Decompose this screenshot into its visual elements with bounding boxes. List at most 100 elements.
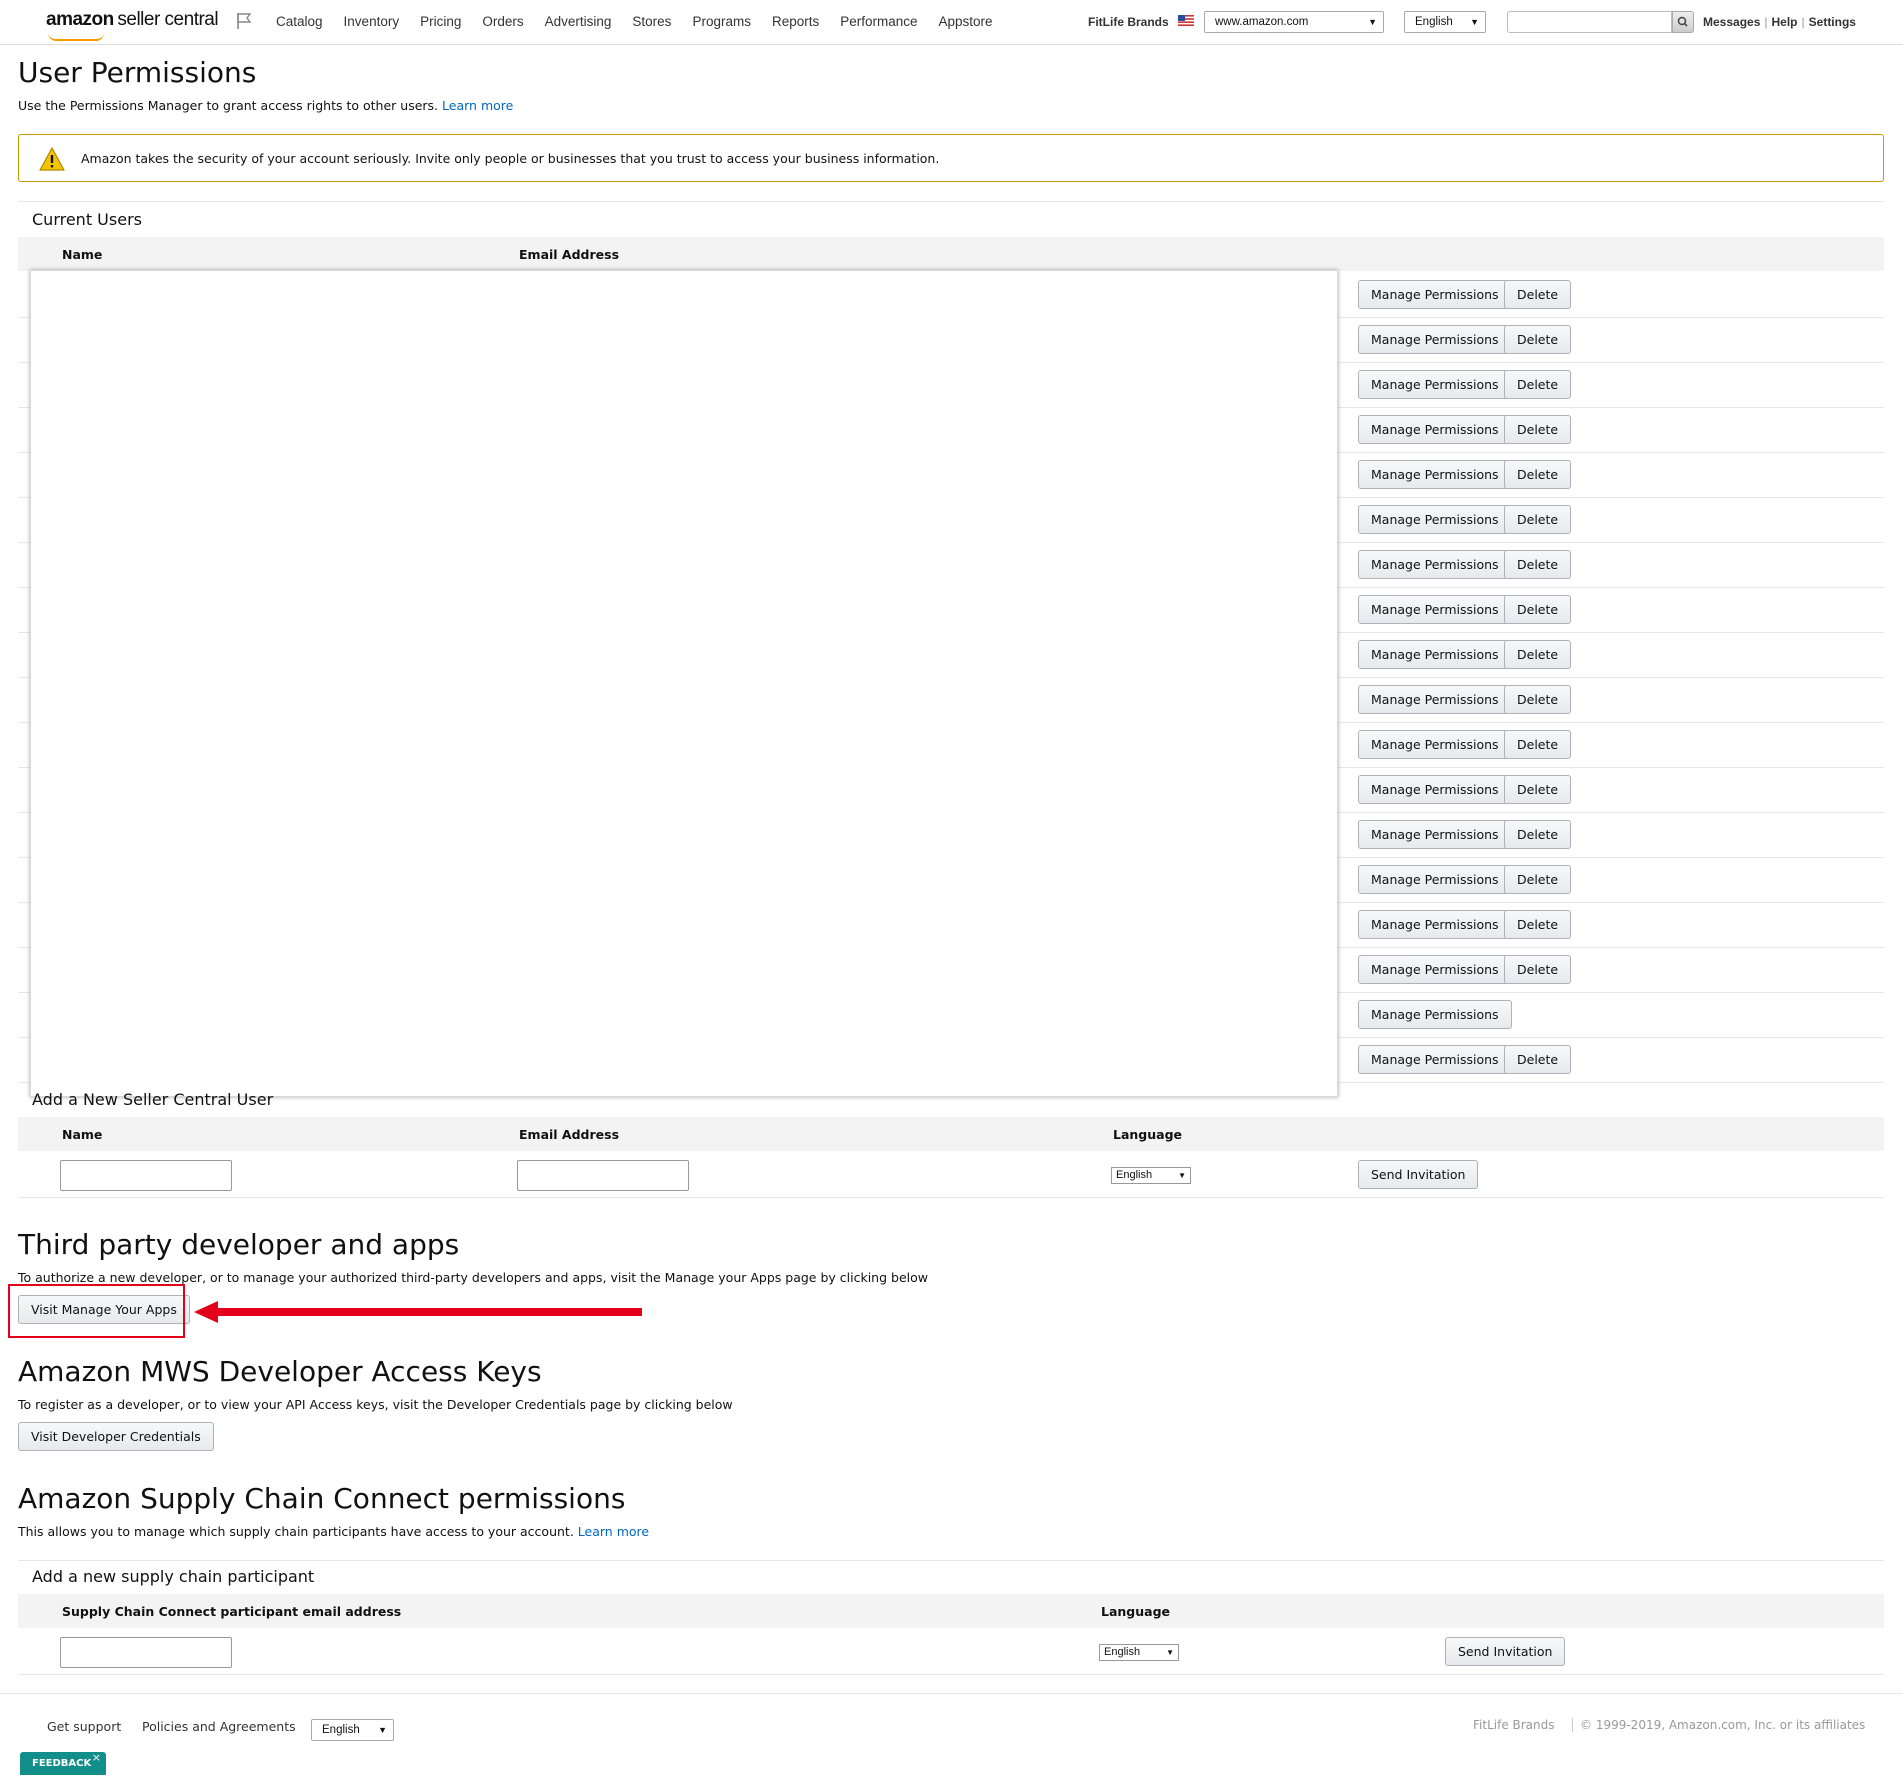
marketplace-select[interactable]: www.amazon.com ▼ — [1204, 11, 1384, 33]
add-user-table-header: Name Email Address Language — [18, 1117, 1884, 1151]
seller-central-logo[interactable]: amazon seller central — [46, 9, 219, 41]
delete-button[interactable]: Delete — [1504, 325, 1572, 354]
get-support-link[interactable]: Get support — [47, 1719, 121, 1734]
nav-pricing[interactable]: Pricing — [420, 14, 461, 29]
manage-permissions-button[interactable]: Manage Permissions — [1358, 640, 1512, 669]
manage-permissions-button[interactable]: Manage Permissions — [1358, 325, 1512, 354]
mws-heading: Amazon MWS Developer Access Keys — [18, 1355, 542, 1388]
column-header-email: Email Address — [519, 1127, 620, 1142]
send-invitation-button[interactable]: Send Invitation — [1358, 1160, 1479, 1189]
column-header-language: Language — [1101, 1604, 1171, 1619]
add-user-heading: Add a New Seller Central User — [32, 1090, 274, 1109]
footer-brand: FitLife Brands — [1473, 1718, 1555, 1732]
close-icon[interactable]: × — [92, 1746, 101, 1769]
manage-permissions-button[interactable]: Manage Permissions — [1358, 460, 1512, 489]
learn-more-link[interactable]: Learn more — [578, 1524, 649, 1539]
logo-amazon-text: amazon — [46, 9, 114, 30]
visit-developer-credentials-button[interactable]: Visit Developer Credentials — [18, 1422, 214, 1451]
send-invitation-button[interactable]: Send Invitation — [1445, 1637, 1566, 1666]
add-user-row: English ▼ Send Invitation — [18, 1151, 1884, 1198]
copyright: © 1999-2019, Amazon.com, Inc. or its aff… — [1572, 1718, 1865, 1732]
participant-email-input[interactable] — [60, 1637, 232, 1668]
chevron-down-icon: ▼ — [1178, 1171, 1186, 1180]
supply-chain-subheading: Add a new supply chain participant — [32, 1567, 315, 1586]
delete-button[interactable]: Delete — [1504, 370, 1572, 399]
search-icon — [1677, 16, 1688, 27]
manage-permissions-button[interactable]: Manage Permissions — [1358, 865, 1512, 894]
manage-permissions-button[interactable]: Manage Permissions — [1358, 370, 1512, 399]
page-title: User Permissions — [18, 56, 257, 89]
nav-programs[interactable]: Programs — [692, 14, 751, 29]
current-users-heading: Current Users — [32, 210, 142, 229]
nav-appstore[interactable]: Appstore — [939, 14, 993, 29]
messages-link[interactable]: Messages — [1703, 15, 1760, 29]
supply-chain-description: This allows you to manage which supply c… — [18, 1524, 649, 1539]
red-arrow-annotation — [194, 1301, 642, 1323]
policies-link[interactable]: Policies and Agreements — [142, 1719, 296, 1734]
help-link[interactable]: Help — [1772, 15, 1798, 29]
third-party-description: To authorize a new developer, or to mana… — [18, 1270, 928, 1285]
nav-inventory[interactable]: Inventory — [344, 14, 400, 29]
settings-link[interactable]: Settings — [1809, 15, 1856, 29]
delete-button[interactable]: Delete — [1504, 820, 1572, 849]
current-users-table-header: Name Email Address — [18, 237, 1884, 271]
manage-permissions-button[interactable]: Manage Permissions — [1358, 685, 1512, 714]
nav-advertising[interactable]: Advertising — [545, 14, 612, 29]
column-header-participant-email: Supply Chain Connect participant email a… — [62, 1604, 402, 1619]
search-button[interactable] — [1672, 11, 1694, 33]
manage-permissions-button[interactable]: Manage Permissions — [1358, 505, 1512, 534]
nav-catalog[interactable]: Catalog — [276, 14, 323, 29]
delete-button[interactable]: Delete — [1504, 955, 1572, 984]
column-header-name: Name — [62, 1127, 103, 1142]
supply-chain-description-text: This allows you to manage which supply c… — [18, 1524, 574, 1539]
flag-icon[interactable] — [236, 12, 252, 30]
manage-permissions-button[interactable]: Manage Permissions — [1358, 550, 1512, 579]
learn-more-link[interactable]: Learn more — [442, 98, 513, 113]
manage-permissions-button[interactable]: Manage Permissions — [1358, 595, 1512, 624]
participant-language-value: English — [1104, 1646, 1141, 1658]
delete-button[interactable]: Delete — [1504, 775, 1572, 804]
chevron-down-icon: ▼ — [378, 1725, 387, 1735]
third-party-heading: Third party developer and apps — [18, 1228, 460, 1261]
manage-permissions-button[interactable]: Manage Permissions — [1358, 775, 1512, 804]
manage-permissions-button[interactable]: Manage Permissions — [1358, 955, 1512, 984]
manage-permissions-button[interactable]: Manage Permissions — [1358, 730, 1512, 759]
manage-permissions-button[interactable]: Manage Permissions — [1358, 415, 1512, 444]
manage-permissions-button[interactable]: Manage Permissions — [1358, 1045, 1512, 1074]
delete-button[interactable]: Delete — [1504, 1045, 1572, 1074]
manage-permissions-button[interactable]: Manage Permissions — [1358, 910, 1512, 939]
nav-stores[interactable]: Stores — [632, 14, 671, 29]
delete-button[interactable]: Delete — [1504, 595, 1572, 624]
new-user-name-input[interactable] — [60, 1160, 232, 1191]
delete-button[interactable]: Delete — [1504, 460, 1572, 489]
manage-permissions-button[interactable]: Manage Permissions — [1358, 820, 1512, 849]
delete-button[interactable]: Delete — [1504, 280, 1572, 309]
delete-button[interactable]: Delete — [1504, 640, 1572, 669]
supply-chain-table-header: Supply Chain Connect participant email a… — [18, 1594, 1884, 1628]
nav-orders[interactable]: Orders — [482, 14, 523, 29]
language-select[interactable]: English ▼ — [1404, 11, 1486, 33]
warning-icon — [39, 147, 65, 171]
feedback-button[interactable]: FEEDBACK × — [20, 1751, 106, 1775]
search-input[interactable] — [1507, 11, 1672, 33]
delete-button[interactable]: Delete — [1504, 550, 1572, 579]
page-description-text: Use the Permissions Manager to grant acc… — [18, 98, 439, 113]
delete-button[interactable]: Delete — [1504, 730, 1572, 759]
new-user-language-select[interactable]: English ▼ — [1111, 1167, 1191, 1184]
blank-overlay-panel — [30, 270, 1338, 1097]
delete-button[interactable]: Delete — [1504, 415, 1572, 444]
new-user-email-input[interactable] — [517, 1160, 689, 1191]
manage-permissions-button[interactable]: Manage Permissions — [1358, 280, 1512, 309]
delete-button[interactable]: Delete — [1504, 505, 1572, 534]
delete-button[interactable]: Delete — [1504, 910, 1572, 939]
main-nav-links: Catalog Inventory Pricing Orders Adverti… — [276, 14, 1014, 29]
nav-reports[interactable]: Reports — [772, 14, 819, 29]
nav-performance[interactable]: Performance — [840, 14, 917, 29]
manage-permissions-button[interactable]: Manage Permissions — [1358, 1000, 1512, 1029]
participant-language-select[interactable]: English ▼ — [1099, 1644, 1179, 1661]
footer-language-select[interactable]: English ▼ — [311, 1719, 394, 1741]
delete-button[interactable]: Delete — [1504, 865, 1572, 894]
delete-button[interactable]: Delete — [1504, 685, 1572, 714]
new-user-language-value: English — [1116, 1169, 1153, 1181]
highlight-box — [8, 1284, 185, 1338]
